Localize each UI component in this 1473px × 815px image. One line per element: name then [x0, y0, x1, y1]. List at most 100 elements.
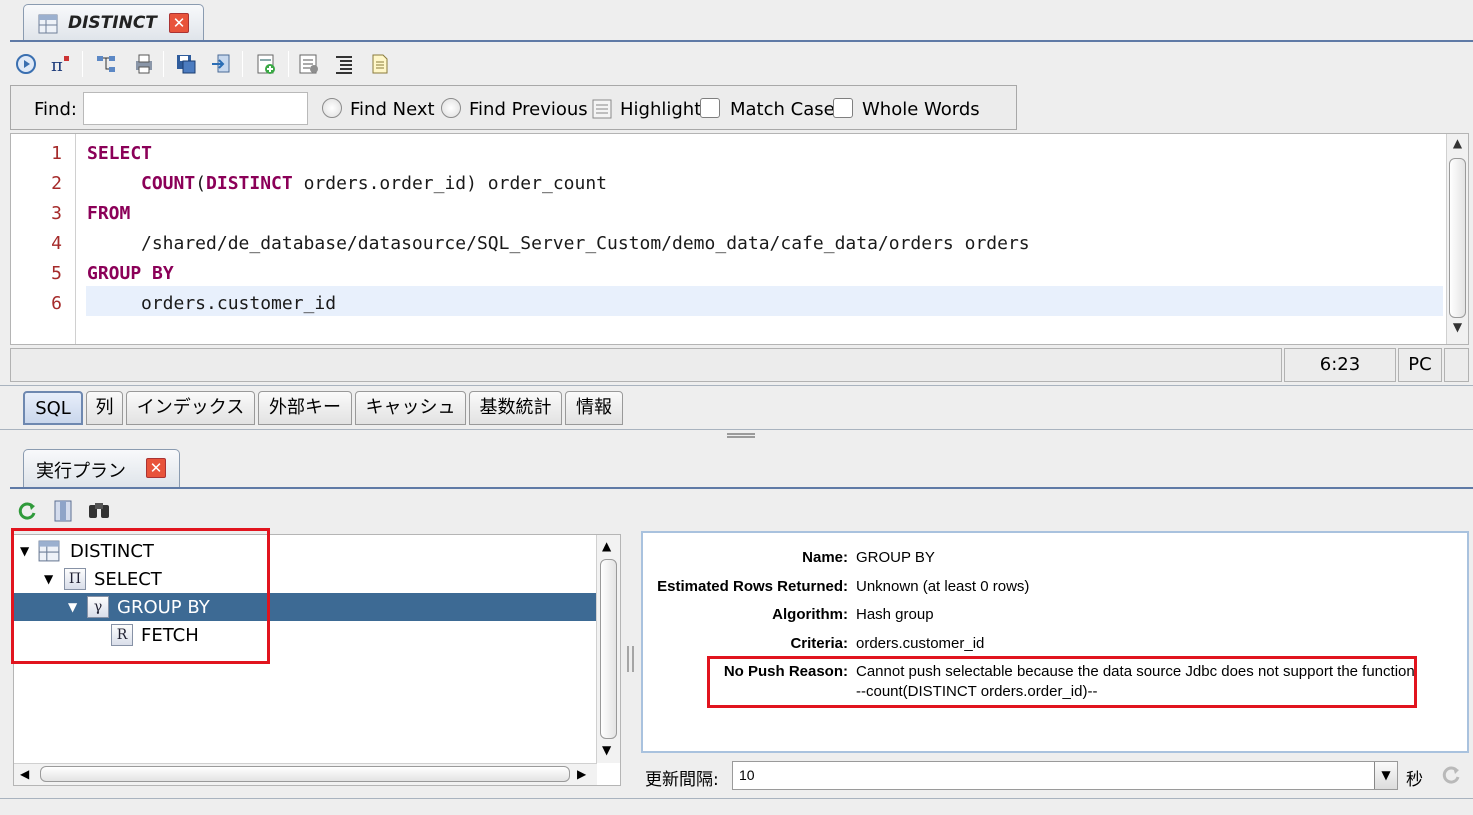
tab-sql[interactable]: SQL: [23, 391, 83, 425]
import-icon[interactable]: [210, 53, 232, 75]
refresh-interval-select[interactable]: 10 ▼: [732, 761, 1398, 790]
scroll-thumb[interactable]: [40, 766, 570, 782]
highlight-box-nopush: [707, 656, 1417, 708]
line-number: 5: [51, 263, 62, 284]
find-previous-button[interactable]: Find Previous: [469, 99, 588, 120]
plan-tab[interactable]: 実行プラン ✕: [23, 449, 180, 487]
save-icon[interactable]: [175, 53, 197, 75]
tab-cardinality[interactable]: 基数統計: [469, 391, 562, 425]
tab-cache[interactable]: キャッシュ: [355, 391, 466, 425]
find-next-button[interactable]: Find Next: [350, 99, 435, 120]
scroll-up-icon[interactable]: ▲: [602, 539, 611, 553]
print-icon[interactable]: [133, 53, 155, 75]
bottom-divider: [0, 798, 1473, 799]
format-icon[interactable]: [298, 53, 320, 75]
plan-tab-divider: [10, 487, 1473, 489]
line-number-gutter: 1 2 3 4 5 6: [11, 134, 76, 344]
refresh-interval-label: 更新間隔:: [645, 770, 719, 790]
tree-vertical-scrollbar[interactable]: ▲ ▼: [596, 535, 620, 763]
close-icon[interactable]: ✕: [146, 458, 166, 478]
line-number: 3: [51, 203, 62, 224]
highlight-icon[interactable]: [592, 99, 612, 119]
detail-name-key: Name:: [802, 549, 848, 566]
highlight-box-tree: [11, 528, 270, 664]
plan-tab-title: 実行プラン: [36, 461, 126, 482]
code-line-2: COUNT(DISTINCT orders.order_id) order_co…: [141, 173, 607, 194]
distinct-keyword: DISTINCT: [206, 173, 293, 194]
detail-name-value: GROUP BY: [856, 549, 935, 566]
binoculars-icon[interactable]: [87, 499, 111, 521]
tree-icon[interactable]: [95, 53, 117, 75]
panel-divider: [0, 385, 1473, 386]
input-mode: PC: [1398, 348, 1442, 382]
tab-info[interactable]: 情報: [565, 391, 623, 425]
find-previous-radio[interactable]: [441, 98, 461, 118]
plan-icon[interactable]: π: [50, 53, 72, 75]
scroll-thumb[interactable]: [1449, 158, 1466, 318]
detail-rows-key: Estimated Rows Returned:: [657, 578, 848, 595]
toolbar-separator: [163, 51, 164, 77]
refresh-icon[interactable]: [16, 500, 38, 522]
tab-columns[interactable]: 列: [86, 391, 123, 425]
find-input[interactable]: [83, 92, 308, 125]
chevron-down-icon[interactable]: ▼: [1374, 762, 1397, 789]
tab-indexes[interactable]: インデックス: [126, 391, 255, 425]
line-number: 2: [51, 173, 62, 194]
scroll-right-icon[interactable]: ▶: [577, 767, 586, 781]
tree-horizontal-scrollbar[interactable]: ◀ ▶: [14, 763, 597, 785]
code-line-2-rest: orders.order_id) order_count: [292, 173, 608, 194]
table-icon: [38, 14, 58, 34]
vertical-splitter-handle[interactable]: [627, 646, 634, 672]
status-message: [10, 348, 1282, 382]
list-icon[interactable]: [333, 53, 355, 75]
highlight-button[interactable]: Highlight: [620, 99, 701, 120]
scroll-left-icon[interactable]: ◀: [20, 767, 29, 781]
detail-rows-value: Unknown (at least 0 rows): [856, 578, 1030, 595]
line-number: 6: [51, 293, 62, 314]
editor-tab[interactable]: DISTINCT ✕: [23, 4, 204, 41]
refresh-interval-unit: 秒: [1406, 770, 1423, 790]
refresh-icon[interactable]: [1440, 764, 1462, 786]
detail-criteria-value: orders.customer_id: [856, 635, 985, 652]
toolbar-separator: [242, 51, 243, 77]
scroll-up-icon[interactable]: ▲: [1449, 136, 1466, 156]
status-extra: [1444, 348, 1469, 382]
svg-text:π: π: [51, 55, 63, 75]
code-line-6: orders.customer_id: [141, 293, 337, 314]
run-icon[interactable]: [15, 53, 37, 75]
toolbar-separator: [82, 51, 83, 77]
detail-algorithm-key: Algorithm:: [772, 606, 848, 623]
whole-words-checkbox[interactable]: [833, 98, 853, 118]
columns-icon[interactable]: [52, 499, 74, 523]
plan-details: Name: GROUP BY Estimated Rows Returned: …: [641, 531, 1469, 753]
match-case-label[interactable]: Match Case: [730, 99, 835, 120]
editor-tab-title: DISTINCT: [68, 13, 157, 33]
scroll-down-icon[interactable]: ▼: [602, 743, 611, 757]
find-label: Find:: [34, 99, 77, 120]
code-line-5: GROUP BY: [87, 263, 174, 284]
line-number: 1: [51, 143, 62, 164]
tab-foreign-keys[interactable]: 外部キー: [258, 391, 352, 425]
code-paren: (: [195, 173, 207, 194]
whole-words-label[interactable]: Whole Words: [862, 99, 980, 120]
tab-divider: [10, 40, 1473, 42]
match-case-checkbox[interactable]: [700, 98, 720, 118]
scroll-down-icon[interactable]: ▼: [1449, 320, 1466, 340]
find-next-radio[interactable]: [322, 98, 342, 118]
find-bar: Find: Find Next Find Previous Highlight …: [10, 85, 1017, 130]
document-icon[interactable]: [369, 53, 391, 75]
sql-editor[interactable]: 1 2 3 4 5 6 SELECT COUNT(DISTINCT orders…: [10, 133, 1469, 345]
splitter-handle[interactable]: [727, 433, 755, 438]
subtab-divider: [0, 429, 1473, 430]
new-icon[interactable]: [255, 53, 277, 75]
count-keyword: COUNT: [141, 173, 196, 194]
scroll-thumb[interactable]: [600, 559, 617, 739]
editor-toolbar: π: [0, 50, 420, 80]
editor-vertical-scrollbar[interactable]: ▲ ▼: [1446, 134, 1468, 344]
refresh-interval-value: 10: [739, 767, 755, 783]
close-icon[interactable]: ✕: [169, 13, 189, 33]
line-number: 4: [51, 233, 62, 254]
editor-status-bar: 6:23 PC: [10, 348, 1469, 382]
code-line-4: /shared/de_database/datasource/SQL_Serve…: [141, 233, 1030, 254]
cursor-position: 6:23: [1284, 348, 1396, 382]
